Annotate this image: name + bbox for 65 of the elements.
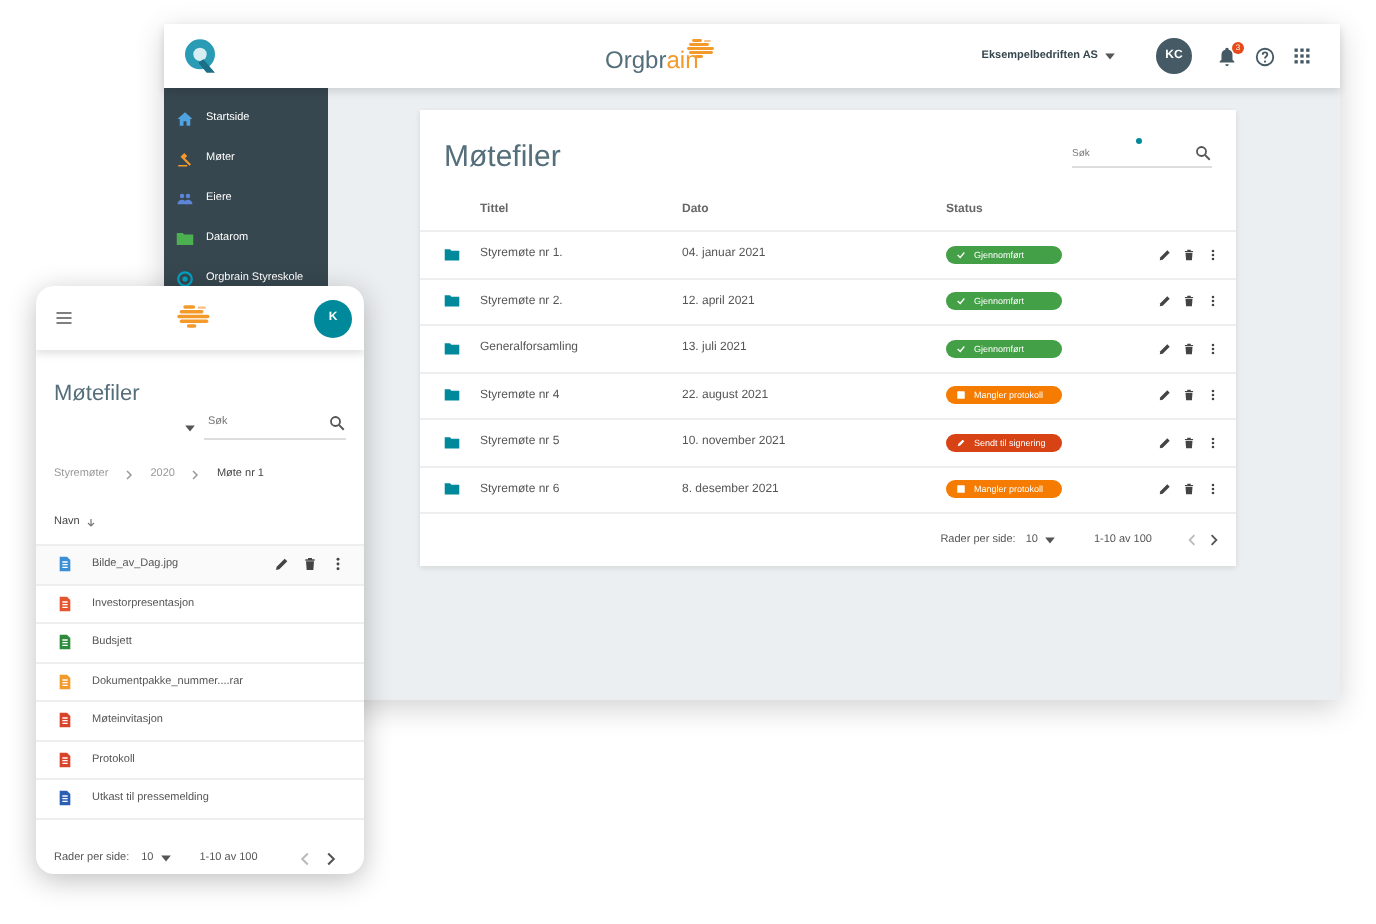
focus-dot [1136, 138, 1142, 144]
trash-icon[interactable] [1182, 482, 1196, 497]
word-file-icon [58, 790, 72, 807]
excel-file-icon [58, 634, 72, 651]
pdf-file-icon [58, 712, 72, 729]
trash-icon[interactable] [1182, 341, 1196, 356]
chevron-right-icon[interactable] [1208, 534, 1220, 546]
pdf-file-icon [58, 751, 72, 768]
pencil-icon[interactable] [1158, 482, 1172, 497]
sort-down-arrow-icon [85, 517, 96, 527]
more-icon[interactable] [1206, 294, 1220, 309]
menu-icon[interactable] [54, 308, 74, 328]
page-title: Møtefiler [52, 380, 142, 406]
search-icon[interactable] [1194, 144, 1212, 162]
people-icon [176, 189, 194, 207]
chevron-right-icon [124, 469, 135, 479]
search-icon[interactable] [328, 414, 346, 432]
home-icon [176, 109, 194, 127]
more-icon[interactable] [1206, 435, 1220, 450]
logo-text: Orgbrain [605, 46, 699, 75]
page-title: Møtefiler [444, 139, 561, 173]
more-icon[interactable] [1206, 247, 1220, 262]
pencil-icon[interactable] [1158, 294, 1172, 309]
image-file-icon [58, 556, 72, 573]
pencil-icon[interactable] [1158, 341, 1172, 356]
trash-icon[interactable] [1182, 388, 1196, 403]
chevron-right-icon[interactable] [323, 851, 338, 865]
trash-icon[interactable] [302, 556, 318, 573]
more-icon[interactable] [1206, 388, 1220, 403]
help-icon[interactable] [1253, 45, 1276, 67]
pencil-icon[interactable] [1158, 247, 1172, 262]
apps-grid-icon[interactable] [1291, 46, 1312, 66]
folder-icon [444, 247, 460, 262]
folder-icon [444, 482, 460, 497]
q-logo-icon [180, 36, 220, 76]
caret-icon[interactable] [184, 421, 196, 433]
brain-logo-icon [176, 304, 212, 332]
bell-icon [1215, 45, 1238, 67]
status-icon [956, 343, 966, 354]
folder-icon [444, 388, 460, 403]
folder-icon [444, 294, 460, 309]
pencil-icon[interactable] [1158, 435, 1172, 450]
folder-icon [176, 229, 194, 247]
circle-logo-icon [176, 269, 194, 287]
folder-icon [444, 341, 460, 356]
trash-icon[interactable] [1182, 435, 1196, 450]
caret-icon[interactable] [159, 852, 172, 864]
status-icon [956, 390, 966, 401]
status-icon [956, 484, 966, 495]
status-icon [956, 296, 966, 307]
trash-icon[interactable] [1182, 294, 1196, 309]
trash-icon[interactable] [1182, 247, 1196, 262]
archive-file-icon [58, 673, 72, 690]
chevron-right-icon [190, 469, 201, 479]
status-icon [956, 437, 966, 448]
caret-icon[interactable] [1103, 50, 1116, 62]
gavel-icon [176, 149, 194, 167]
folder-icon [444, 435, 460, 450]
status-icon [956, 249, 966, 260]
pencil-icon[interactable] [274, 556, 290, 573]
powerpoint-file-icon [58, 595, 72, 612]
pencil-icon[interactable] [1158, 388, 1172, 403]
more-icon[interactable] [1206, 482, 1220, 497]
more-icon[interactable] [1206, 341, 1220, 356]
caret-icon[interactable] [1043, 534, 1056, 546]
